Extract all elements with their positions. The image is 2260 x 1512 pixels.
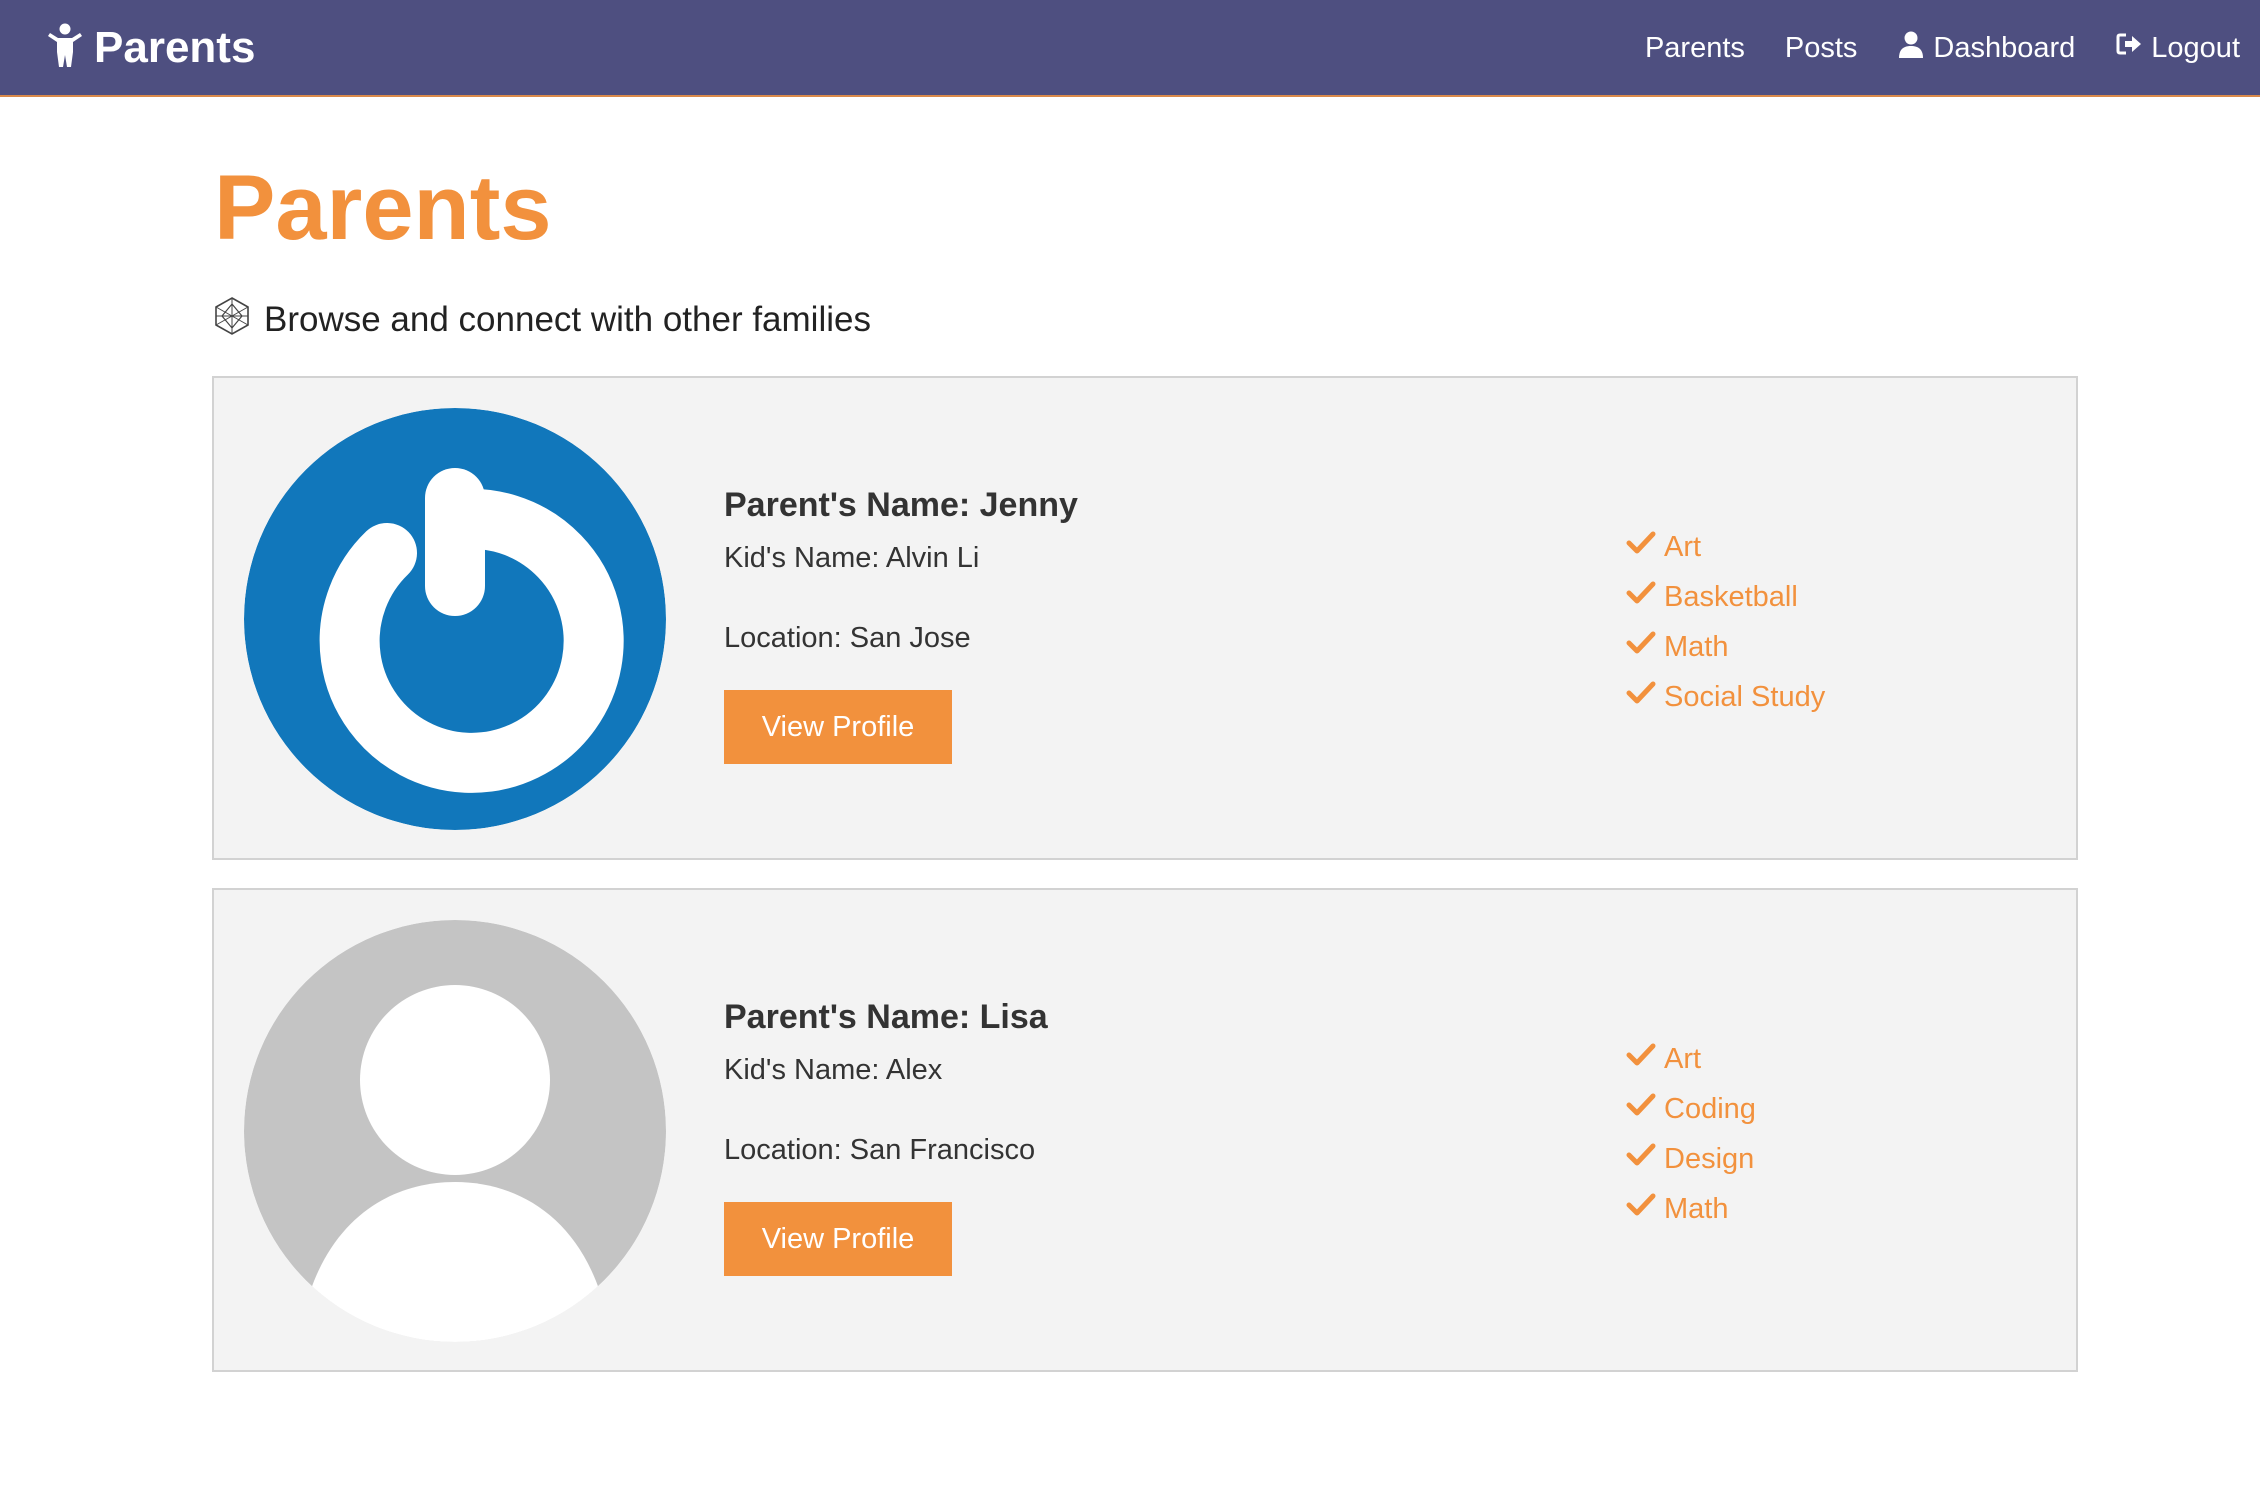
navbar: Parents Parents Posts Dashboard Logout	[0, 0, 2260, 97]
check-icon	[1626, 680, 1664, 714]
check-icon	[1626, 580, 1664, 614]
check-icon	[1626, 530, 1664, 564]
parent-name: Parent's Name: Jenny	[724, 486, 1078, 524]
user-icon	[1897, 30, 1933, 66]
parent-card: Parent's Name: Jenny Kid's Name: Alvin L…	[212, 376, 2078, 860]
interest-list: Art Basketball Math Social Study	[1626, 522, 1825, 722]
check-icon	[1626, 1142, 1664, 1176]
nav-links: Parents Posts Dashboard Logout	[1605, 16, 2240, 80]
cube-wireframe-icon	[212, 296, 264, 345]
nav-link-label: Dashboard	[1933, 31, 2076, 64]
nav-link-logout[interactable]: Logout	[2115, 30, 2240, 66]
interest-label: Math	[1664, 1192, 1729, 1225]
interest-label: Math	[1664, 630, 1729, 663]
interest-label: Art	[1664, 1042, 1702, 1075]
nav-link-dashboard[interactable]: Dashboard	[1897, 30, 2075, 66]
check-icon	[1626, 1042, 1664, 1076]
interest-item: Art	[1626, 522, 1825, 572]
interest-item: Art	[1626, 1034, 1756, 1084]
brand-link[interactable]: Parents	[48, 16, 255, 80]
location: Location: San Francisco	[724, 1134, 1036, 1166]
nav-link-posts[interactable]: Posts	[1785, 32, 1858, 65]
interest-item: Social Study	[1626, 672, 1825, 722]
interest-label: Basketball	[1664, 580, 1798, 613]
child-icon	[48, 23, 82, 74]
interest-item: Coding	[1626, 1084, 1756, 1134]
interest-list: Art Coding Design Math	[1626, 1034, 1756, 1234]
check-icon	[1626, 1092, 1664, 1126]
nav-link-label: Posts	[1784, 31, 1858, 64]
default-person-avatar	[244, 920, 666, 1342]
page-title: Parents	[214, 157, 552, 259]
check-icon	[1626, 630, 1664, 664]
interest-label: Design	[1664, 1142, 1755, 1175]
kid-name: Kid's Name: Alex	[724, 1054, 943, 1086]
location: Location: San Jose	[724, 622, 971, 654]
page-subtitle: Browse and connect with other families	[212, 296, 871, 344]
interest-item: Design	[1626, 1134, 1756, 1184]
nav-link-parents[interactable]: Parents	[1645, 32, 1745, 65]
interest-item: Math	[1626, 1184, 1756, 1234]
interest-item: Basketball	[1626, 572, 1825, 622]
nav-link-label: Logout	[2151, 31, 2240, 64]
brand-title: Parents	[94, 23, 256, 72]
view-profile-button[interactable]: View Profile	[724, 1202, 952, 1276]
interest-label: Social Study	[1664, 680, 1826, 713]
interest-item: Math	[1626, 622, 1825, 672]
check-icon	[1626, 1192, 1664, 1226]
sign-out-icon	[2115, 30, 2151, 66]
view-profile-button[interactable]: View Profile	[724, 690, 952, 764]
interest-label: Art	[1664, 530, 1702, 563]
power-logo-avatar	[244, 408, 666, 830]
nav-link-label: Parents	[1644, 31, 1745, 64]
subtitle-text: Browse and connect with other families	[264, 300, 871, 339]
parent-card: Parent's Name: Lisa Kid's Name: Alex Loc…	[212, 888, 2078, 1372]
kid-name: Kid's Name: Alvin Li	[724, 542, 980, 574]
interest-label: Coding	[1664, 1092, 1756, 1125]
parent-name: Parent's Name: Lisa	[724, 998, 1048, 1036]
